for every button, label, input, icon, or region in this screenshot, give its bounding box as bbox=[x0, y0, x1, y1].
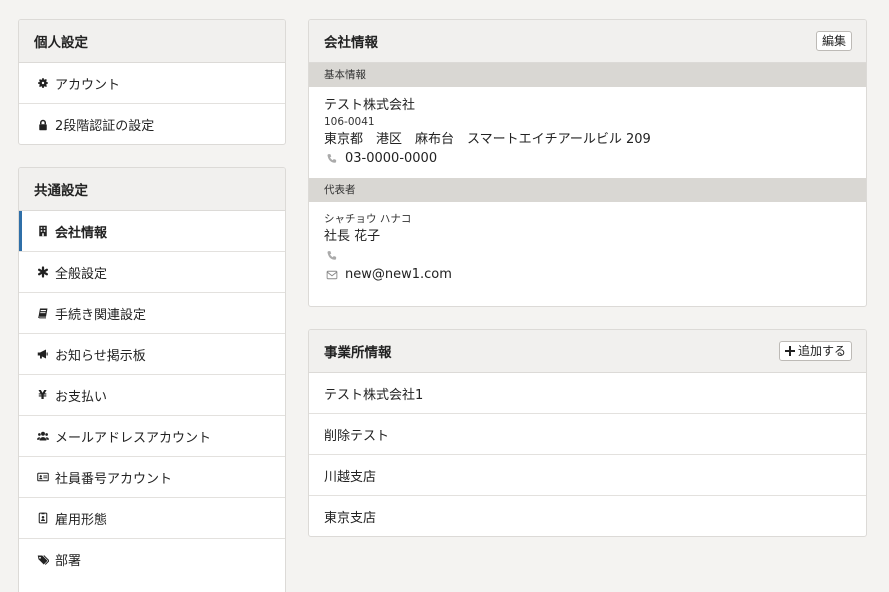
company-phone-row: 03-0000-0000 bbox=[324, 149, 851, 168]
company-phone: 03-0000-0000 bbox=[345, 151, 438, 166]
office-name: 削除テスト bbox=[324, 428, 390, 444]
menu-item-two-factor[interactable]: 2段階認証の設定 bbox=[19, 104, 285, 144]
users-icon bbox=[36, 430, 49, 443]
menu-item-company-info[interactable]: 会社情報 bbox=[19, 211, 285, 252]
lock-icon bbox=[36, 118, 49, 131]
menu-item-employment-type[interactable]: 雇用形態 bbox=[19, 498, 285, 539]
menu-item-label: 雇用形態 bbox=[55, 512, 108, 528]
edit-button[interactable]: 編集 bbox=[815, 31, 852, 51]
company-address: 東京都 港区 麻布台 スマートエイチアールビル 209 bbox=[324, 132, 651, 147]
company-name: テスト株式会社 bbox=[324, 98, 416, 113]
representative-name: 社長 花子 bbox=[324, 229, 381, 244]
offices-panel: 事業所情報 追加する テスト株式会社1 削除テスト 川越支店 東京支店 bbox=[308, 329, 867, 537]
menu-item-label: 社員番号アカウント bbox=[55, 471, 173, 487]
megaphone-icon bbox=[36, 348, 49, 361]
add-office-label: 追加する bbox=[797, 344, 846, 358]
office-name: 川越支店 bbox=[324, 469, 377, 485]
menu-item-label: 会社情報 bbox=[55, 225, 108, 241]
envelope-icon bbox=[326, 270, 338, 279]
company-info-title: 会社情報 bbox=[324, 35, 378, 51]
office-name: テスト株式会社1 bbox=[324, 387, 424, 403]
menu-item-label: 全般設定 bbox=[55, 266, 108, 282]
menu-item-account[interactable]: アカウント bbox=[19, 63, 285, 104]
phone-icon bbox=[327, 153, 337, 163]
menu-item-payment[interactable]: ¥ お支払い bbox=[19, 375, 285, 416]
gear-icon bbox=[36, 77, 49, 90]
company-info-panel: 会社情報 編集 基本情報 テスト株式会社 106-0041 東京都 港区 麻布台… bbox=[308, 19, 867, 307]
menu-item-label: メールアドレスアカウント bbox=[55, 430, 212, 446]
menu-item-label: 2段階認証の設定 bbox=[55, 119, 155, 134]
representative-subheader: 代表者 bbox=[309, 178, 866, 202]
office-name: 東京支店 bbox=[324, 511, 377, 526]
menu-item-label: お知らせ掲示板 bbox=[55, 348, 146, 364]
basic-info-block: テスト株式会社 106-0041 東京都 港区 麻布台 スマートエイチアールビル… bbox=[309, 87, 866, 178]
representative-block: シャチョウ ハナコ 社長 花子 new@new1.com bbox=[309, 202, 866, 294]
offices-title: 事業所情報 bbox=[324, 345, 392, 361]
badge-icon bbox=[36, 512, 49, 525]
personal-settings-header: 個人設定 bbox=[19, 20, 285, 63]
representative-kana: シャチョウ ハナコ bbox=[324, 213, 412, 225]
basic-info-subheader: 基本情報 bbox=[309, 63, 866, 87]
building-icon bbox=[36, 225, 49, 238]
asterisk-icon bbox=[36, 266, 49, 279]
representative-email-row: new@new1.com bbox=[324, 265, 851, 284]
office-item[interactable]: 削除テスト bbox=[309, 414, 866, 455]
offices-header: 事業所情報 追加する bbox=[309, 330, 866, 373]
menu-item-procedure-settings[interactable]: 手続き関連設定 bbox=[19, 293, 285, 334]
yen-icon: ¥ bbox=[38, 388, 47, 402]
office-item[interactable]: 川越支店 bbox=[309, 455, 866, 496]
representative-email: new@new1.com bbox=[345, 267, 452, 282]
menu-item-label: アカウント bbox=[55, 77, 121, 93]
personal-settings-panel: 個人設定 アカウント 2段階認証の設定 bbox=[18, 19, 286, 145]
menu-item-label: お支払い bbox=[55, 389, 108, 405]
company-info-header: 会社情報 編集 bbox=[309, 20, 866, 63]
menu-item-departments[interactable]: 部署 bbox=[19, 539, 285, 580]
book-icon bbox=[36, 307, 49, 320]
common-settings-header: 共通設定 bbox=[19, 168, 285, 211]
id-card-icon bbox=[36, 471, 49, 484]
representative-phone-row bbox=[324, 246, 851, 265]
plus-icon bbox=[784, 346, 795, 356]
menu-item-email-accounts[interactable]: メールアドレスアカウント bbox=[19, 416, 285, 457]
menu-item-employee-number-accounts[interactable]: 社員番号アカウント bbox=[19, 457, 285, 498]
menu-item-bulletin-board[interactable]: お知らせ掲示板 bbox=[19, 334, 285, 375]
phone-icon bbox=[327, 250, 337, 260]
office-item[interactable]: テスト株式会社1 bbox=[309, 373, 866, 414]
personal-settings-title: 個人設定 bbox=[34, 35, 88, 51]
common-settings-title: 共通設定 bbox=[34, 183, 88, 199]
menu-item-label: 部署 bbox=[55, 554, 82, 569]
postal-code: 106-0041 bbox=[324, 116, 375, 128]
add-office-button[interactable]: 追加する bbox=[778, 341, 852, 361]
menu-item-label: 手続き関連設定 bbox=[55, 307, 147, 323]
tags-icon bbox=[36, 553, 49, 566]
common-settings-panel: 共通設定 会社情報 全般設定 手続き関連設定 お知らせ掲示板 ¥ お支払い メー… bbox=[18, 167, 286, 592]
office-item[interactable]: 東京支店 bbox=[309, 496, 866, 536]
menu-item-general-settings[interactable]: 全般設定 bbox=[19, 252, 285, 293]
